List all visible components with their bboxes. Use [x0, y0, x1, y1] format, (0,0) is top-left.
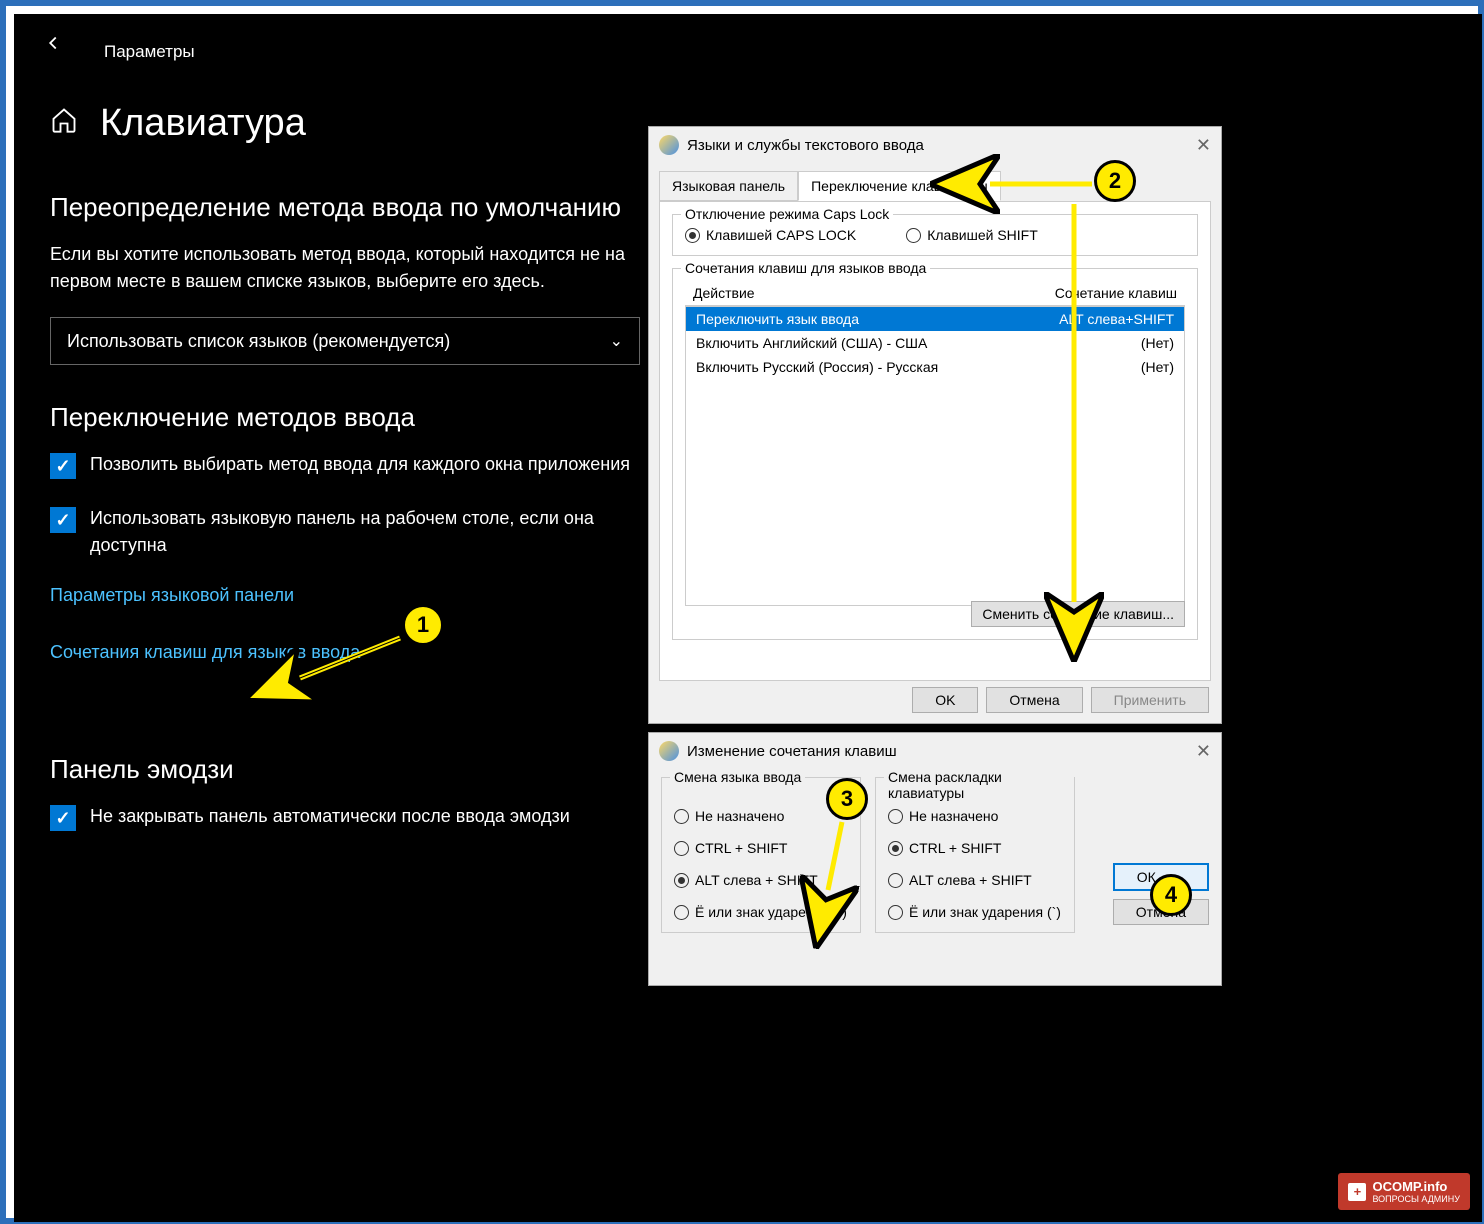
radio-icon [888, 841, 903, 856]
radio-alt-2[interactable]: ALT слева + SHIFT [888, 872, 1062, 888]
annotation-badge-4: 4 [1150, 874, 1192, 916]
override-heading: Переопределение метода ввода по умолчани… [50, 192, 650, 223]
col-hotkey: Сочетание клавиш [1055, 285, 1177, 301]
radio-alt-1[interactable]: ALT слева + SHIFT [674, 872, 848, 888]
checkbox-emoji-label: Не закрывать панель автоматически после … [90, 803, 570, 830]
radio-icon [674, 841, 689, 856]
ok-button[interactable]: OK [912, 687, 978, 713]
hotkeys-group-title: Сочетания клавиш для языков ввода [681, 260, 930, 276]
switching-heading: Переключение методов ввода [50, 402, 650, 433]
row-action: Включить Английский (США) - США [696, 335, 927, 351]
hotkey-listbox[interactable]: Переключить язык ввода ALT слева+SHIFT В… [685, 306, 1185, 606]
radio-capslock[interactable]: Клавишей CAPS LOCK [685, 227, 856, 243]
radio-shift[interactable]: Клавишей SHIFT [906, 227, 1038, 243]
override-text: Если вы хотите использовать метод ввода,… [50, 241, 650, 295]
col-action: Действие [693, 285, 755, 301]
check-icon: ✓ [55, 456, 70, 477]
tab-keyboard-switching[interactable]: Переключение клавиатуры [798, 171, 1001, 201]
globe-icon [659, 135, 679, 155]
chevron-down-icon: ⌄ [610, 331, 623, 351]
apply-button[interactable]: Применить [1091, 687, 1209, 713]
dropdown-value: Использовать список языков (рекомендуетс… [67, 331, 450, 352]
list-item[interactable]: Включить Русский (Россия) - Русская (Нет… [686, 355, 1184, 379]
link-langbar-options[interactable]: Параметры языковой панели [50, 585, 650, 606]
checkbox-per-window-label: Позволить выбирать метод ввода для каждо… [90, 451, 630, 478]
annotation-badge-2: 2 [1094, 160, 1136, 202]
radio-icon [888, 809, 903, 824]
globe-icon [659, 741, 679, 761]
radio-ctrl-2[interactable]: CTRL + SHIFT [888, 840, 1062, 856]
radio-icon [685, 228, 700, 243]
annotation-badge-1: 1 [402, 604, 444, 646]
back-button[interactable] [42, 32, 64, 60]
checkbox-emoji[interactable]: ✓ [50, 805, 76, 831]
checkbox-langbar[interactable]: ✓ [50, 507, 76, 533]
page-title: Клавиатура [100, 102, 306, 145]
change-hotkey-button[interactable]: Сменить сочетание клавиш... [971, 601, 1185, 627]
check-icon: ✓ [55, 510, 70, 531]
close-icon[interactable]: ✕ [1196, 135, 1211, 156]
settings-window: Параметры Клавиатура Переопределение мет… [14, 14, 1482, 1222]
watermark: + OCOMP.info ВОПРОСЫ АДМИНУ [1338, 1173, 1470, 1210]
checkbox-per-window[interactable]: ✓ [50, 453, 76, 479]
radio-icon [674, 809, 689, 824]
dialog1-title: Языки и службы текстового ввода [687, 137, 924, 154]
capslock-group-title: Отключение режима Caps Lock [681, 206, 893, 222]
checkbox-langbar-label: Использовать языковую панель на рабочем … [90, 505, 650, 559]
radio-icon [906, 228, 921, 243]
row-action: Переключить язык ввода [696, 311, 859, 327]
radio-icon [674, 873, 689, 888]
link-hotkeys[interactable]: Сочетания клавиш для языков ввода [50, 642, 650, 663]
radio-grave-1[interactable]: Ё или знак ударения (`) [674, 904, 848, 920]
input-lang-title: Смена языка ввода [670, 769, 805, 785]
radio-icon [674, 905, 689, 920]
row-key: (Нет) [1141, 335, 1174, 351]
hotkeys-group: Сочетания клавиш для языков ввода Действ… [672, 268, 1198, 640]
home-icon[interactable] [50, 106, 78, 141]
radio-shift-label: Клавишей SHIFT [927, 227, 1038, 243]
dialog2-title: Изменение сочетания клавиш [687, 743, 897, 760]
radio-capslock-label: Клавишей CAPS LOCK [706, 227, 856, 243]
app-name: Параметры [104, 42, 195, 62]
annotation-badge-3: 3 [826, 778, 868, 820]
emoji-heading: Панель эмодзи [50, 754, 650, 785]
input-method-dropdown[interactable]: Использовать список языков (рекомендуетс… [50, 317, 640, 365]
tab-language-bar[interactable]: Языковая панель [659, 171, 798, 201]
list-item[interactable]: Переключить язык ввода ALT слева+SHIFT [686, 307, 1184, 331]
radio-grave-2[interactable]: Ё или знак ударения (`) [888, 904, 1062, 920]
radio-icon [888, 905, 903, 920]
change-hotkey-dialog: Изменение сочетания клавиш ✕ Смена языка… [648, 732, 1222, 986]
row-key: (Нет) [1141, 359, 1174, 375]
layout-group: Смена раскладки клавиатуры Не назначено … [875, 777, 1075, 933]
layout-title: Смена раскладки клавиатуры [884, 769, 1074, 801]
text-services-dialog: Языки и службы текстового ввода ✕ Языков… [648, 126, 1222, 724]
cancel-button[interactable]: Отмена [986, 687, 1082, 713]
check-icon: ✓ [55, 808, 70, 829]
row-action: Включить Русский (Россия) - Русская [696, 359, 938, 375]
capslock-group: Отключение режима Caps Lock Клавишей CAP… [672, 214, 1198, 256]
radio-ctrl-1[interactable]: CTRL + SHIFT [674, 840, 848, 856]
row-key: ALT слева+SHIFT [1059, 311, 1174, 327]
radio-none-2[interactable]: Не назначено [888, 808, 1062, 824]
list-item[interactable]: Включить Английский (США) - США (Нет) [686, 331, 1184, 355]
radio-none-1[interactable]: Не назначено [674, 808, 848, 824]
radio-icon [888, 873, 903, 888]
plus-icon: + [1348, 1183, 1366, 1201]
close-icon[interactable]: ✕ [1196, 741, 1211, 762]
